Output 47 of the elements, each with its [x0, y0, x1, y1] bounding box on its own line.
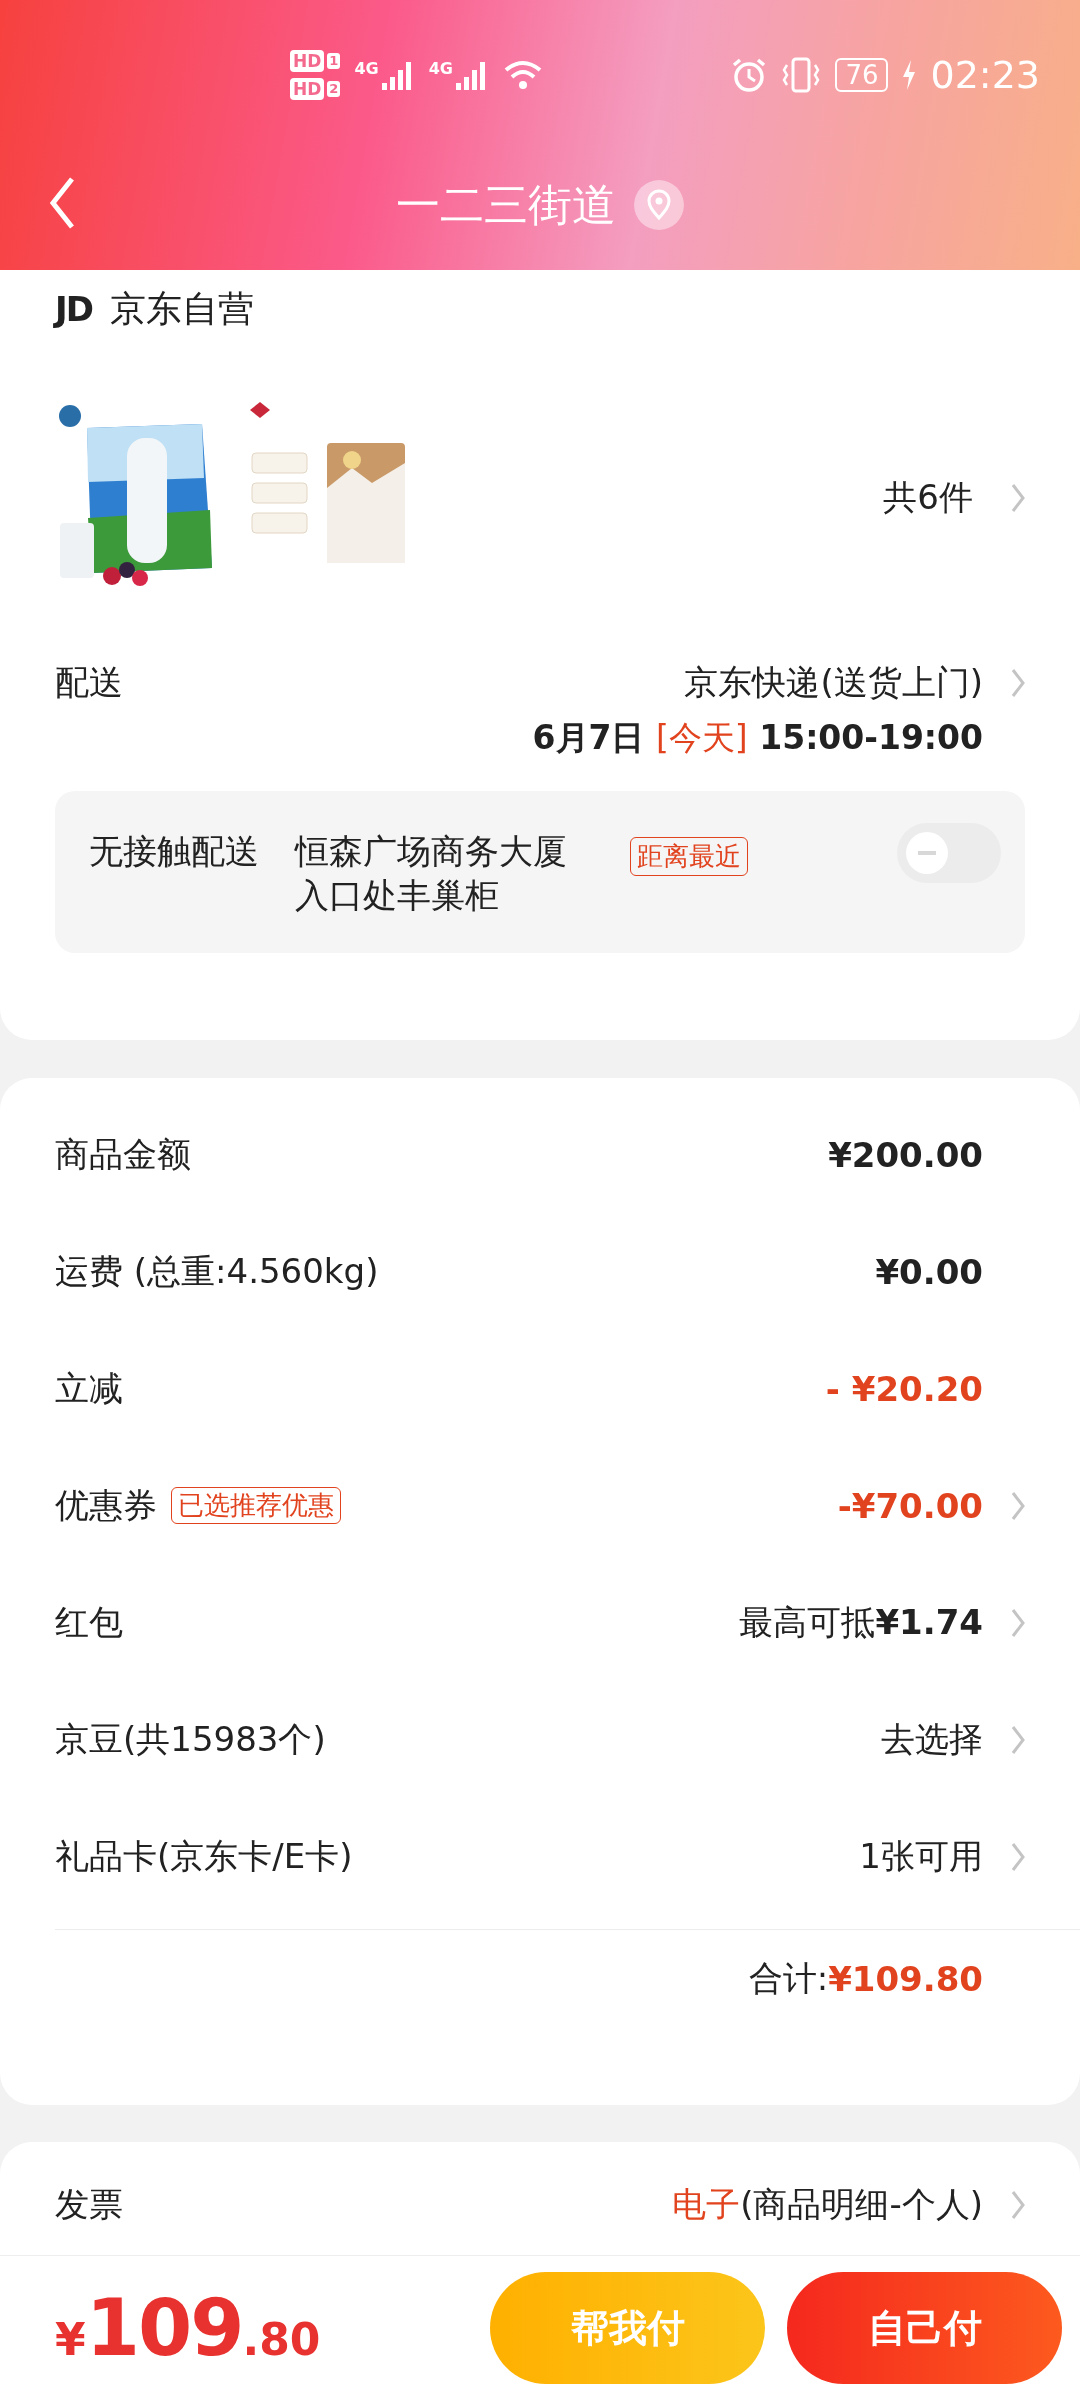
invoice-value[interactable]: 电子(商品明细-个人) [672, 2182, 983, 2228]
chevron-icon [1011, 2190, 1025, 2220]
location-pin-icon[interactable] [634, 180, 684, 230]
alarm-icon [731, 57, 768, 93]
sim-slot: 2 [327, 81, 341, 97]
wifi-icon [502, 59, 543, 91]
delivery-label: 配送 [55, 661, 123, 704]
store-logo: JD [55, 289, 92, 329]
chevron-icon [1011, 483, 1025, 513]
clock-time: 02:23 [930, 53, 1040, 97]
cost-label: 京豆(共15983个) [55, 1717, 326, 1761]
sim-badge: HD [290, 78, 325, 100]
nearest-tag: 距离最近 [629, 837, 748, 876]
coupon-tag: 已选推荐优惠 [171, 1487, 341, 1524]
cost-value[interactable]: 1张可用 [859, 1833, 983, 1880]
cost-value[interactable]: 最高可抵¥1.74 [739, 1599, 983, 1646]
delivery-time: 6月7日 [今天] 15:00-19:00 [532, 717, 983, 759]
cost-value: ¥200.00 [828, 1134, 983, 1175]
total-label: 合计: [748, 1957, 829, 2000]
chevron-icon [1011, 668, 1025, 698]
pickup-location: 恒森广场商务大厦入口处丰巢柜 [295, 830, 568, 918]
sim-slot: 1 [327, 53, 341, 69]
back-icon[interactable] [48, 175, 76, 231]
cost-label: 运费 (总重:4.560kg) [55, 1249, 379, 1293]
cost-label: 红包 [55, 1600, 123, 1644]
pay-button[interactable]: 自己付 [787, 2272, 1062, 2384]
cost-value: ¥0.00 [875, 1251, 983, 1292]
sim-badge: HD [290, 50, 325, 72]
cost-label: 优惠券 [55, 1483, 157, 1527]
invoice-label: 发票 [55, 2183, 123, 2226]
cost-value: - ¥20.20 [825, 1368, 983, 1409]
vibrate-icon [781, 57, 822, 93]
cost-label: 立减 [55, 1366, 123, 1410]
delivery-method[interactable]: 京东快递(送货上门) [684, 660, 983, 706]
battery-level: 76 [835, 58, 889, 92]
header-title: 一二三街道 [396, 177, 616, 232]
network-type: 4G [428, 59, 453, 78]
cost-value[interactable]: 去选择 [881, 1716, 983, 1763]
contactless-label: 无接触配送 [89, 830, 259, 873]
cost-label: 商品金额 [55, 1132, 191, 1176]
total-price: ¥109.80 [55, 2283, 321, 2373]
total-value: ¥109.80 [828, 1959, 983, 1999]
cost-label: 礼品卡(京东卡/E卡) [55, 1834, 353, 1878]
item-count[interactable]: 共6件 [883, 475, 973, 521]
store-name: 京东自营 [109, 286, 254, 331]
cost-value[interactable]: -¥70.00 [837, 1485, 983, 1526]
network-type: 4G [354, 59, 379, 78]
